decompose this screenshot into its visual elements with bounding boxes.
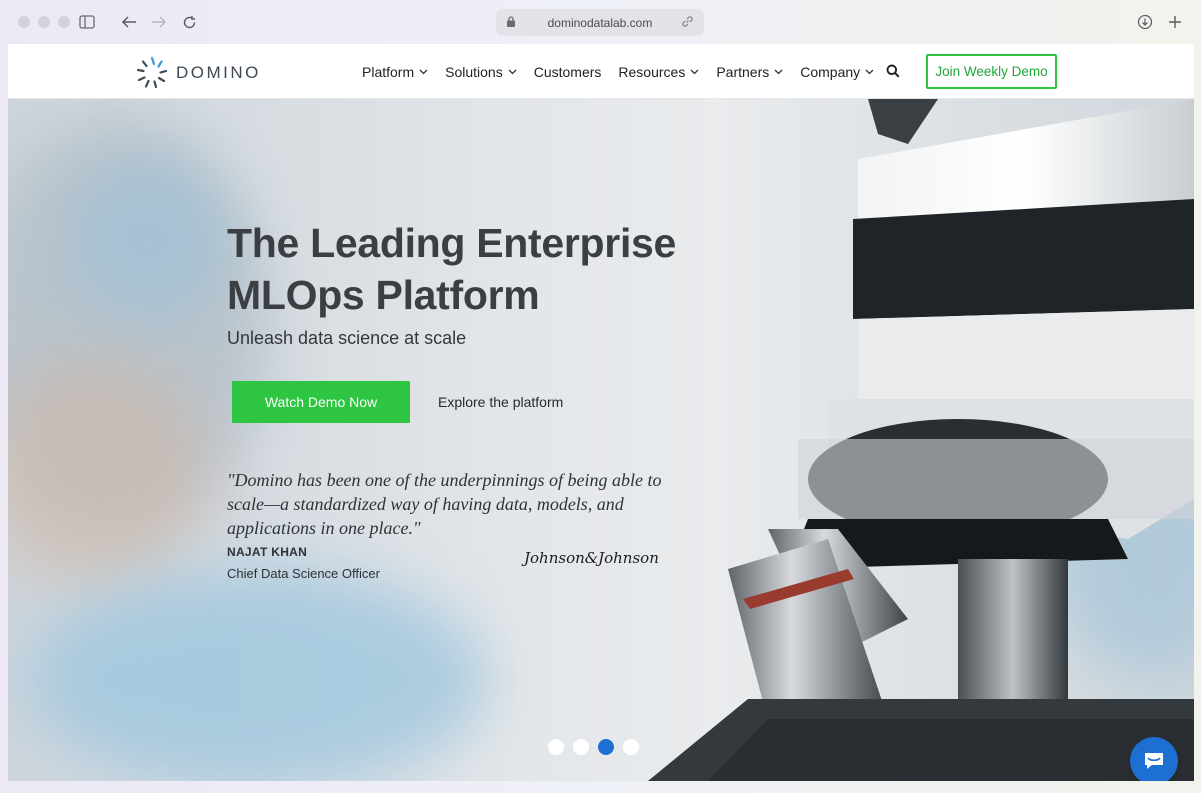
nav-item-label: Platform	[362, 63, 415, 80]
search-icon[interactable]	[886, 64, 900, 83]
nav-menu: Platform Solutions Customers Resources P…	[362, 44, 891, 99]
nav-item-label: Partners	[716, 63, 770, 80]
hero-section: The Leading Enterprise MLOps Platform Un…	[8, 99, 1194, 781]
testimonial-quote: "Domino has been one of the underpinning…	[227, 470, 662, 538]
forward-icon[interactable]	[150, 12, 168, 32]
window-controls[interactable]	[18, 16, 70, 28]
minimize-window-button[interactable]	[38, 16, 50, 28]
close-window-button[interactable]	[18, 16, 30, 28]
chat-button[interactable]	[1130, 737, 1178, 781]
hero-background-image	[8, 99, 1194, 781]
chat-bubble-icon	[1145, 753, 1163, 769]
logo-text: DOMINO	[176, 63, 261, 82]
sidebar-icon[interactable]	[78, 12, 96, 32]
chevron-down-icon	[419, 69, 428, 74]
explore-platform-link[interactable]: Explore the platform	[438, 394, 563, 410]
carousel-dots	[548, 739, 639, 755]
domino-logo[interactable]: DOMINO	[134, 55, 261, 91]
carousel-dot-1[interactable]	[548, 739, 564, 755]
carousel-dot-3[interactable]	[598, 739, 614, 755]
back-icon[interactable]	[120, 12, 138, 32]
site-navigation: DOMINO Platform Solutions Customers Reso…	[8, 44, 1194, 99]
reload-icon[interactable]	[180, 12, 198, 32]
join-weekly-demo-button[interactable]: Join Weekly Demo	[926, 54, 1057, 89]
carousel-dot-4[interactable]	[623, 739, 639, 755]
carousel-dot-2[interactable]	[573, 739, 589, 755]
microscope-illustration	[648, 99, 1194, 781]
nav-item-partners[interactable]: Partners	[716, 64, 783, 80]
testimonial-author-title: Chief Data Science Officer	[227, 566, 380, 581]
maximize-window-button[interactable]	[58, 16, 70, 28]
domino-logo-icon	[136, 56, 168, 89]
hero-subhead: Unleash data science at scale	[227, 328, 467, 348]
nav-item-customers[interactable]: Customers	[534, 64, 602, 80]
download-icon[interactable]	[1136, 12, 1154, 32]
chevron-down-icon	[508, 69, 517, 74]
nav-item-company[interactable]: Company	[800, 64, 874, 80]
nav-item-label: Solutions	[445, 63, 503, 80]
chevron-down-icon	[774, 69, 783, 74]
chevron-down-icon	[865, 69, 874, 74]
nav-item-label: Customers	[533, 63, 602, 80]
chevron-down-icon	[690, 69, 699, 74]
browser-window: dominodatalab.com DOMINO Platform Soluti…	[6, 0, 1195, 789]
nav-item-platform[interactable]: Platform	[362, 64, 428, 80]
browser-toolbar: dominodatalab.com	[6, 0, 1195, 44]
hero-headline: The Leading Enterprise MLOps Platform	[227, 220, 677, 319]
johnson-and-johnson-logo: Johnson&Johnson	[524, 549, 659, 567]
watch-demo-button[interactable]: Watch Demo Now	[232, 381, 410, 423]
testimonial-author-name: NAJAT KHAN	[227, 545, 308, 559]
nav-item-label: Company	[800, 63, 861, 80]
address-bar[interactable]: dominodatalab.com	[496, 9, 704, 36]
nav-item-solutions[interactable]: Solutions	[445, 64, 517, 80]
url-text: dominodatalab.com	[547, 15, 653, 30]
nav-item-resources[interactable]: Resources	[618, 64, 699, 80]
new-tab-icon[interactable]	[1166, 12, 1184, 32]
link-icon[interactable]	[681, 15, 694, 31]
nav-item-label: Resources	[618, 63, 686, 80]
